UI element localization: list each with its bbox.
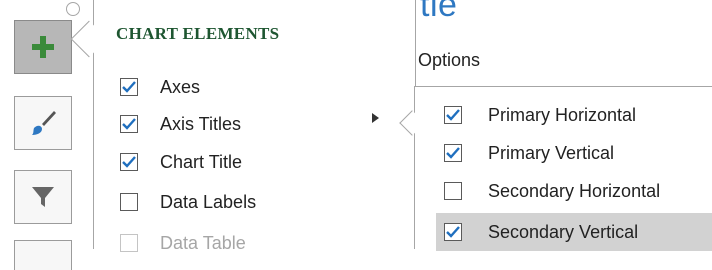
paintbrush-icon bbox=[28, 108, 58, 138]
primary-horizontal-checkbox[interactable] bbox=[444, 106, 462, 124]
secondary-horizontal-label: Secondary Horizontal bbox=[488, 180, 661, 201]
element-data-table: Data Table bbox=[120, 228, 246, 258]
checkmark-icon bbox=[122, 156, 136, 168]
chart-filters-button[interactable] bbox=[14, 170, 72, 224]
sidebar-button-partial[interactable] bbox=[14, 240, 72, 270]
secondary-horizontal-checkbox[interactable] bbox=[444, 182, 462, 200]
chart-title-checkbox[interactable] bbox=[120, 153, 138, 171]
chart-styles-button[interactable] bbox=[14, 96, 72, 150]
submenu-arrow-icon[interactable] bbox=[372, 113, 379, 123]
submenu-secondary-vertical[interactable]: Secondary Vertical bbox=[436, 213, 712, 251]
axes-label: Axes bbox=[160, 76, 201, 97]
data-labels-checkbox[interactable] bbox=[120, 193, 138, 211]
checkmark-icon bbox=[122, 118, 136, 130]
submenu-primary-horizontal[interactable]: Primary Horizontal bbox=[436, 96, 712, 134]
primary-horizontal-label: Primary Horizontal bbox=[488, 104, 637, 125]
axes-checkbox[interactable] bbox=[120, 78, 138, 96]
submenu-primary-vertical[interactable]: Primary Vertical bbox=[436, 134, 712, 172]
axis-titles-label: Axis Titles bbox=[160, 113, 242, 134]
funnel-icon bbox=[30, 184, 56, 210]
primary-vertical-label: Primary Vertical bbox=[488, 142, 615, 163]
element-axis-titles[interactable]: Axis Titles bbox=[120, 109, 241, 139]
checkmark-icon bbox=[446, 226, 460, 238]
chart-title-label: Chart Title bbox=[160, 151, 243, 172]
element-axes[interactable]: Axes bbox=[120, 72, 200, 102]
resize-handle[interactable] bbox=[66, 2, 80, 16]
plus-icon bbox=[30, 34, 56, 60]
element-chart-title[interactable]: Chart Title bbox=[120, 147, 242, 177]
primary-vertical-checkbox[interactable] bbox=[444, 144, 462, 162]
checkmark-icon bbox=[446, 109, 460, 121]
chart-elements-title: CHART ELEMENTS bbox=[116, 24, 280, 43]
format-options-label: Options bbox=[418, 50, 481, 70]
submenu-secondary-horizontal[interactable]: Secondary Horizontal bbox=[436, 172, 712, 210]
axis-titles-checkbox[interactable] bbox=[120, 115, 138, 133]
data-table-checkbox bbox=[120, 234, 138, 252]
element-data-labels[interactable]: Data Labels bbox=[120, 187, 256, 217]
chart-title-background: tle bbox=[420, 0, 458, 24]
secondary-vertical-checkbox[interactable] bbox=[444, 223, 462, 241]
secondary-vertical-label: Secondary Vertical bbox=[488, 221, 639, 242]
data-labels-label: Data Labels bbox=[160, 191, 257, 212]
checkmark-icon bbox=[122, 81, 136, 93]
chart-elements-button[interactable] bbox=[14, 20, 72, 74]
checkmark-icon bbox=[446, 147, 460, 159]
data-table-label: Data Table bbox=[160, 232, 246, 253]
